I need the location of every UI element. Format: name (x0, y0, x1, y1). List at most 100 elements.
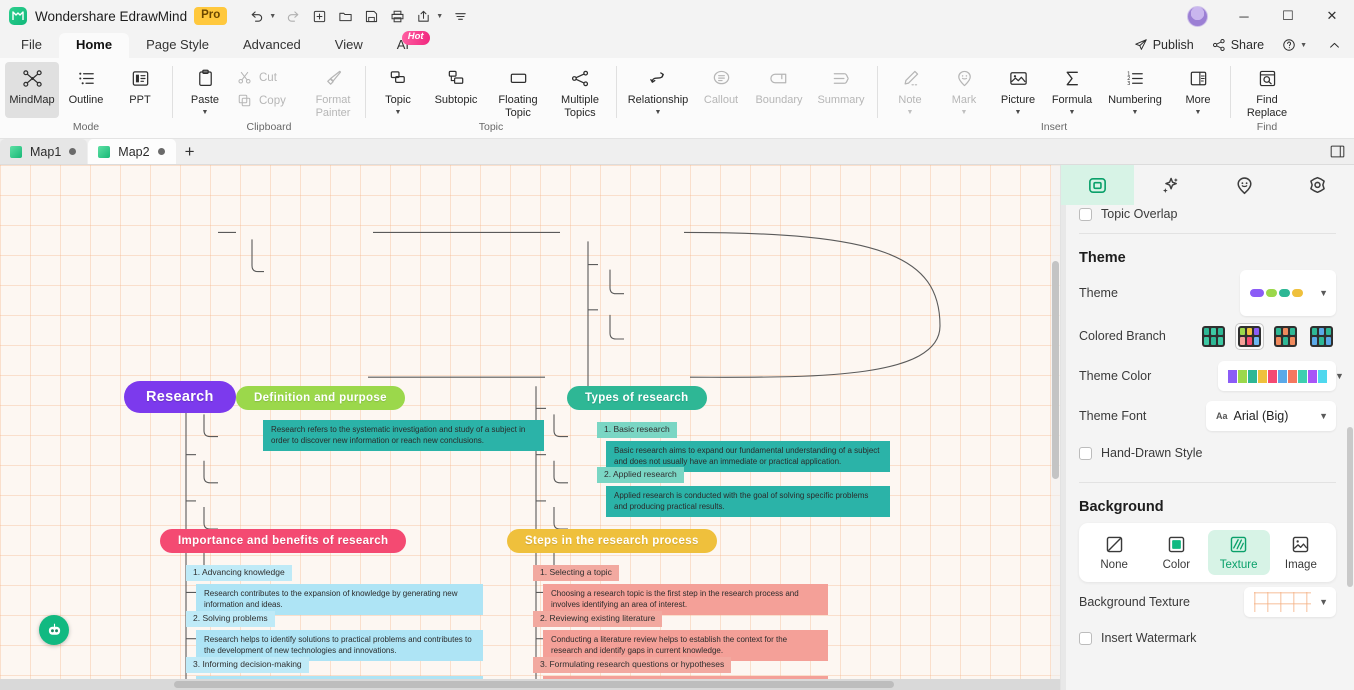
formula-dropdown-icon[interactable]: ▼ (1069, 109, 1076, 116)
panel-tab-emoji[interactable] (1208, 165, 1281, 205)
maximize-button[interactable]: ☐ (1266, 0, 1310, 32)
publish-button[interactable]: Publish (1127, 35, 1201, 55)
new-tab-button[interactable]: + (177, 139, 203, 164)
mindmap-leaf[interactable]: Research refers to the systematic invest… (263, 420, 544, 451)
colored-branch-option-2[interactable] (1235, 322, 1264, 350)
chevron-down-icon[interactable]: ▼ (1319, 411, 1328, 421)
mindmap-subtopic[interactable]: 2. Applied research (597, 467, 684, 483)
mindmap-button[interactable]: MindMap (5, 62, 59, 118)
mindmap-subtopic[interactable]: 1. Advancing knowledge (186, 565, 292, 581)
menu-item-view[interactable]: View (318, 33, 380, 58)
collapse-ribbon-button[interactable] (1321, 36, 1348, 55)
panel-scroll-area[interactable]: Topic Overlap Theme Theme ▼ Colored Bran… (1061, 205, 1354, 690)
menu-item-advanced[interactable]: Advanced (226, 33, 318, 58)
mindmap-subtopic[interactable]: 3. Formulating research questions or hyp… (533, 657, 732, 673)
mindmap-subtopic[interactable]: 3. Informing decision-making (186, 657, 309, 673)
paste-dropdown-icon[interactable]: ▼ (202, 109, 209, 116)
more-insert-dropdown-icon[interactable]: ▼ (1195, 109, 1202, 116)
numbering-button[interactable]: 123 Numbering ▼ (1099, 62, 1171, 118)
canvas-vertical-scrollbar[interactable] (1051, 165, 1060, 690)
insert-watermark-row[interactable]: Insert Watermark (1079, 622, 1336, 654)
save-icon[interactable] (359, 4, 383, 28)
mindmap-branch-types[interactable]: Types of research (567, 386, 707, 410)
undo-icon[interactable] (244, 4, 268, 28)
customize-toolbar-icon[interactable] (448, 4, 472, 28)
redo-icon[interactable] (281, 4, 305, 28)
avatar[interactable] (1187, 5, 1208, 27)
mindmap-canvas[interactable]: Research Definition and purpose Research… (0, 165, 1060, 690)
chevron-down-icon[interactable]: ▼ (1335, 371, 1344, 381)
menu-item-page-style[interactable]: Page Style (129, 33, 226, 58)
relationship-button[interactable]: Relationship ▼ (622, 62, 694, 118)
chevron-down-icon[interactable]: ▼ (1319, 288, 1328, 298)
picture-button[interactable]: Picture ▼ (991, 62, 1045, 118)
mindmap-leaf[interactable]: Applied research is conducted with the g… (606, 486, 890, 517)
share-button[interactable]: Share (1205, 35, 1271, 55)
background-option-color[interactable]: Color (1145, 530, 1207, 575)
relationship-dropdown-icon[interactable]: ▼ (655, 109, 662, 116)
chevron-down-icon[interactable]: ▼ (1319, 597, 1328, 607)
panel-vertical-scrollbar[interactable] (1347, 209, 1353, 690)
open-icon[interactable] (333, 4, 357, 28)
hand-drawn-row[interactable]: Hand-Drawn Style (1079, 436, 1336, 470)
mindmap-subtopic[interactable]: 2. Solving problems (186, 611, 275, 627)
ai-assistant-button[interactable] (39, 615, 69, 645)
more-insert-button[interactable]: More ▼ (1171, 62, 1225, 118)
mark-label: Mark (951, 94, 977, 106)
minimize-button[interactable]: ─ (1222, 0, 1266, 32)
ppt-button[interactable]: PPT (113, 62, 167, 118)
topic-button[interactable]: Topic ▼ (371, 62, 425, 118)
theme-font-select[interactable]: Aa Arial (Big) ▼ (1206, 401, 1336, 431)
mindmap-branch-definition[interactable]: Definition and purpose (236, 386, 405, 410)
background-option-image[interactable]: Image (1270, 530, 1332, 575)
document-tab-map1[interactable]: Map1 (0, 139, 88, 164)
menu-item-home[interactable]: Home (58, 33, 130, 58)
multiple-topics-button[interactable]: Multiple Topics (549, 62, 611, 119)
mindmap-root-node[interactable]: Research (124, 381, 236, 413)
colored-branch-option-1[interactable] (1199, 323, 1228, 350)
theme-color-select[interactable]: ▼ (1218, 361, 1344, 391)
mindmap-subtopic[interactable]: 1. Selecting a topic (533, 565, 619, 581)
background-option-texture[interactable]: Texture (1207, 530, 1270, 575)
insert-watermark-checkbox[interactable] (1079, 631, 1092, 645)
formula-button[interactable]: Formula ▼ (1045, 62, 1099, 118)
panel-tab-style[interactable] (1061, 165, 1135, 205)
mindmap-subtopic[interactable]: 1. Basic research (597, 422, 677, 438)
print-icon[interactable] (385, 4, 409, 28)
export-dropdown-icon[interactable]: ▼ (436, 13, 443, 20)
colored-branch-option-4[interactable] (1307, 323, 1336, 350)
mindmap-subtopic[interactable]: 2. Reviewing existing literature (533, 611, 663, 627)
subtopic-button[interactable]: Subtopic (425, 62, 487, 118)
mindmap-branch-steps[interactable]: Steps in the research process (507, 529, 717, 553)
new-icon[interactable] (307, 4, 331, 28)
help-button[interactable]: ▼ (1275, 35, 1317, 55)
numbering-dropdown-icon[interactable]: ▼ (1132, 109, 1139, 116)
background-texture-select[interactable]: ▼ (1244, 587, 1336, 617)
paste-button[interactable]: Paste ▼ (178, 62, 232, 118)
theme-select[interactable]: ▼ (1240, 270, 1336, 316)
menu-item-ai[interactable]: AI Hot (380, 31, 430, 58)
topic-dropdown-icon[interactable]: ▼ (395, 109, 402, 116)
panel-tab-ai[interactable] (1134, 165, 1207, 205)
topic-overlap-option[interactable]: Topic Overlap (1079, 207, 1336, 221)
export-icon[interactable] (411, 4, 435, 28)
close-button[interactable]: ✕ (1310, 0, 1354, 32)
panel-tab-settings[interactable] (1281, 165, 1354, 205)
topic-icon (388, 66, 409, 90)
colored-branch-option-3[interactable] (1271, 323, 1300, 350)
floating-topic-button[interactable]: Floating Topic (487, 62, 549, 119)
picture-dropdown-icon[interactable]: ▼ (1015, 109, 1022, 116)
hand-drawn-checkbox[interactable] (1079, 446, 1092, 460)
panel-toggle-icon[interactable] (1326, 141, 1348, 161)
undo-dropdown-icon[interactable]: ▼ (269, 13, 276, 20)
background-option-none[interactable]: None (1083, 530, 1145, 575)
find-replace-button[interactable]: Find Replace (1236, 62, 1298, 119)
outline-button[interactable]: Outline (59, 62, 113, 118)
theme-color-swatches (1228, 369, 1327, 383)
mindmap-branch-importance[interactable]: Importance and benefits of research (160, 529, 407, 553)
topic-overlap-checkbox[interactable] (1079, 207, 1092, 221)
document-tab-map2[interactable]: Map2 (88, 139, 176, 164)
menu-item-file[interactable]: File (4, 33, 59, 58)
canvas-horizontal-scrollbar[interactable] (0, 679, 1060, 690)
help-dropdown-icon[interactable]: ▼ (1300, 42, 1307, 49)
